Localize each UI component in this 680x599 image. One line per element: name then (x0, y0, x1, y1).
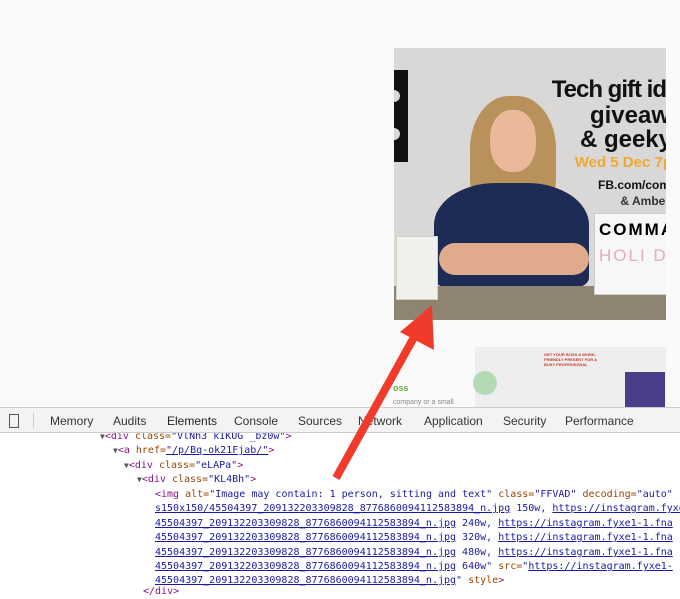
photo-text: Tech gift id (551, 76, 666, 103)
srcset-link[interactable]: 45504397_209132203309828_877686009411258… (155, 561, 456, 572)
photo-text: Wed 5 Dec 7p (574, 154, 666, 171)
elements-tree: ▼<div class="VlNh3 kIKUG _bz0w"> ▼<a hre… (0, 433, 680, 599)
photo-text: & geeky (579, 126, 666, 153)
person-arms (439, 243, 589, 275)
srcset-line: 45504397_209132203309828_877686009411258… (155, 518, 673, 529)
post-image[interactable]: Tech gift id giveaw & geeky Wed 5 Dec 7p… (394, 48, 666, 320)
divider (33, 413, 34, 428)
devtools-tabbar: Memory Audits Elements Console Sources N… (0, 407, 680, 435)
person-face (490, 110, 536, 172)
srcset-link[interactable]: s150x150/45504397_209132203309828_877686… (155, 503, 510, 514)
bag-image (625, 372, 665, 407)
tab-network[interactable]: Network (358, 414, 402, 428)
logo-bar (394, 70, 408, 162)
photo2-heading: GET YOUR BOSS A WORK-FRIENDLY PRESENT FO… (544, 352, 597, 367)
dom-node[interactable]: ▼<div class="VlNh3 kIKUG _bz0w"> (100, 433, 291, 443)
tab-sources[interactable]: Sources (298, 414, 342, 428)
dom-node-close: </div> (143, 586, 180, 597)
srcset-line: 45504397_209132203309828_877686009411258… (155, 575, 505, 586)
tab-elements[interactable]: Elements (167, 414, 218, 435)
avatar (473, 371, 497, 395)
srcset-line: s150x150/45504397_209132203309828_877686… (155, 502, 680, 515)
tab-security[interactable]: Security (503, 414, 546, 428)
lightbox-text: COMMA (599, 220, 666, 239)
snippet-text: company or a small (393, 399, 454, 406)
dom-node[interactable]: ▼<a href="/p/Bq-ok21Fjab/"> (113, 444, 274, 457)
tab-memory[interactable]: Memory (50, 414, 93, 428)
srcset-link[interactable]: 45504397_209132203309828_877686009411258… (155, 532, 456, 543)
src-link[interactable]: 45504397_209132203309828_877686009411258… (155, 575, 456, 586)
srcset-link[interactable]: https://instagram.fyxe1-1.fna (498, 532, 673, 543)
tab-performance[interactable]: Performance (565, 414, 634, 428)
srcset-link[interactable]: 45504397_209132203309828_877686009411258… (155, 547, 456, 558)
photo-text: FB.com/com (597, 178, 666, 192)
srcset-line: 45504397_209132203309828_877686009411258… (155, 547, 673, 558)
photo-text: & Amber (620, 194, 666, 208)
tab-audits[interactable]: Audits (113, 414, 146, 428)
srcset-link[interactable]: 45504397_209132203309828_877686009411258… (155, 518, 456, 529)
snippet-heading: oss (393, 383, 409, 393)
webpage-area: Tech gift id giveaw & geeky Wed 5 Dec 7p… (0, 0, 680, 407)
img-node[interactable]: <img alt="Image may contain: 1 person, s… (155, 488, 673, 501)
srcset-line: 45504397_209132203309828_877686009411258… (155, 532, 673, 543)
device-toggle-icon[interactable] (9, 414, 19, 428)
lightbox-sign: COMMA HOLI DA (594, 213, 666, 295)
srcset-link[interactable]: https://instagram.fyxe1-1.fna (498, 518, 673, 529)
product-box (396, 236, 438, 300)
srcset-link[interactable]: https://instagram.fyxe1-1.fna (498, 547, 673, 558)
srcset-link[interactable]: https://instagram.fyxe1-1.fna (552, 503, 680, 514)
lightbox-text: HOLI DA (599, 246, 666, 265)
srcset-line: 45504397_209132203309828_877686009411258… (155, 561, 673, 572)
dom-node[interactable]: ▼<div class="eLAPa"> (124, 459, 243, 472)
tab-application[interactable]: Application (424, 414, 483, 428)
src-link[interactable]: https://instagram.fyxe1- (528, 561, 673, 572)
dom-node[interactable]: ▼<div class="KL4Bh"> (137, 473, 256, 486)
tab-console[interactable]: Console (234, 414, 278, 428)
